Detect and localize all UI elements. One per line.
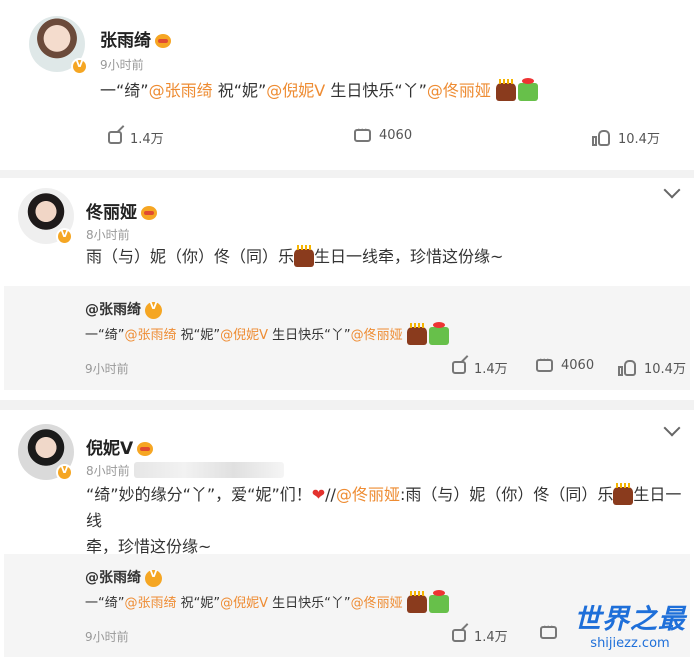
cake-emoji-icon xyxy=(406,322,427,345)
watermark-title: 世界之最 xyxy=(574,604,686,635)
mention-link[interactable]: @佟丽娅 xyxy=(351,328,403,343)
divider xyxy=(0,170,694,178)
mention-link[interactable]: @佟丽娅 xyxy=(336,485,400,504)
repost-author[interactable]: @张雨绮 xyxy=(85,299,162,319)
mention-link[interactable]: @张雨绮 xyxy=(124,596,176,611)
chevron-down-icon[interactable] xyxy=(663,419,681,437)
repost-card[interactable]: @张雨绮 一“绮”@张雨绮 祝“妮”@倪妮V 生日快乐“丫”@佟丽娅 9小时前 … xyxy=(4,286,690,390)
gift-emoji-icon xyxy=(518,77,539,101)
repost-text: 一“绮”@张雨绮 祝“妮”@倪妮V 生日快乐“丫”@佟丽娅 xyxy=(85,321,449,345)
post-time[interactable]: 8小时前 xyxy=(86,226,130,243)
post-text: 雨（与）妮（你）佟（同）乐 生日一线牵，珍惜这份缘~ xyxy=(86,244,504,267)
comment-button[interactable] xyxy=(540,620,557,639)
comment-icon xyxy=(536,353,553,372)
post-time[interactable]: 8小时前 xyxy=(86,462,130,479)
gift-emoji-icon xyxy=(428,321,449,345)
verified-badge-icon xyxy=(71,58,88,75)
verified-badge-icon xyxy=(145,569,162,587)
cake-emoji-icon xyxy=(406,590,427,613)
like-icon xyxy=(618,359,636,376)
cake-emoji-icon xyxy=(613,482,634,505)
site-watermark: 世界之最 shijiezz.com xyxy=(574,597,686,651)
chevron-down-icon[interactable] xyxy=(663,181,681,199)
comment-icon xyxy=(540,620,557,639)
post-time[interactable]: 9小时前 xyxy=(100,56,144,73)
share-button[interactable]: 1.4万 xyxy=(452,626,508,645)
mention-link[interactable]: @倪妮V xyxy=(266,81,325,100)
verified-badge-icon xyxy=(56,464,73,481)
vip-crown-icon xyxy=(141,206,157,220)
watermark-url: shijiezz.com xyxy=(590,636,670,651)
blurred-source xyxy=(134,462,284,478)
mention-link[interactable]: @张雨绮 xyxy=(149,81,213,100)
author-name[interactable]: 张雨绮 xyxy=(100,26,171,51)
like-icon xyxy=(592,129,610,146)
post-text: 一“绮”@张雨绮 祝“妮”@倪妮V 生日快乐“丫”@佟丽娅 xyxy=(100,77,539,104)
post-text: “绮”妙的缘分“丫”，爱“妮”们！❤//@佟丽娅:雨（与）妮（你）佟（同）乐 生日… xyxy=(86,482,682,556)
share-icon xyxy=(452,629,466,642)
comment-button[interactable]: 4060 xyxy=(536,353,594,373)
verified-badge-icon xyxy=(56,228,73,245)
mention-link[interactable]: @佟丽娅 xyxy=(351,596,403,611)
repost-time[interactable]: 9小时前 xyxy=(85,360,129,377)
post-zhangyuqi: 张雨绮 9小时前 一“绮”@张雨绮 祝“妮”@倪妮V 生日快乐“丫”@佟丽娅 1… xyxy=(0,0,694,170)
heart-emoji-icon: ❤ xyxy=(311,485,326,504)
share-button[interactable]: 1.4万 xyxy=(452,358,508,377)
comment-icon xyxy=(354,123,371,142)
share-button[interactable]: 1.4万 xyxy=(108,128,164,147)
share-icon xyxy=(108,131,122,144)
divider xyxy=(0,400,694,410)
mention-link[interactable]: @倪妮V xyxy=(220,328,268,343)
mention-link[interactable]: @张雨绮 xyxy=(124,328,176,343)
cake-emoji-icon xyxy=(496,78,517,101)
vip-crown-icon xyxy=(137,442,154,456)
repost-author[interactable]: @张雨绮 xyxy=(85,567,162,587)
like-button[interactable]: 10.4万 xyxy=(592,128,660,147)
vip-crown-icon xyxy=(155,34,171,48)
mention-link[interactable]: @佟丽娅 xyxy=(427,81,491,100)
cake-emoji-icon xyxy=(294,244,315,267)
gift-emoji-icon xyxy=(428,589,449,613)
verified-badge-icon xyxy=(145,301,162,319)
author-name[interactable]: 倪妮V xyxy=(86,434,154,459)
repost-text: 一“绮”@张雨绮 祝“妮”@倪妮V 生日快乐“丫”@佟丽娅 xyxy=(85,589,449,613)
like-button[interactable]: 10.4万 xyxy=(618,358,686,377)
share-icon xyxy=(452,361,466,374)
mention-link[interactable]: @倪妮V xyxy=(220,596,268,611)
repost-time[interactable]: 9小时前 xyxy=(85,628,129,645)
post-tongliya: 佟丽娅 8小时前 雨（与）妮（你）佟（同）乐生日一线牵，珍惜这份缘~ @张雨绮 … xyxy=(0,178,694,400)
comment-button[interactable]: 4060 xyxy=(354,123,412,143)
author-name[interactable]: 佟丽娅 xyxy=(86,198,157,223)
